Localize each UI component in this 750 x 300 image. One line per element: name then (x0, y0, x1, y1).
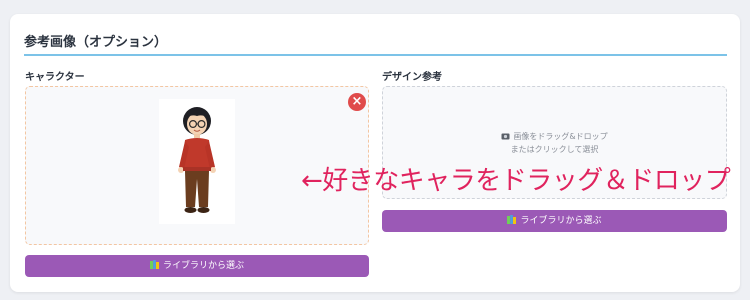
image-icon (501, 133, 510, 140)
section-title: 参考画像（オプション） (24, 35, 168, 50)
drop-hint-primary: 画像をドラッグ&ドロップ (383, 131, 726, 142)
design-label: デザイン参考 (382, 72, 442, 83)
reference-images-card: 参考画像（オプション） キャラクター デザイン参考 × 画像をドラッグ&ドロップ… (10, 14, 740, 292)
drag-drop-annotation: ←好きなキャラをドラッグ＆ドロップ (301, 166, 731, 196)
books-icon (507, 215, 517, 224)
character-library-label: ライブラリから選ぶ (162, 261, 244, 271)
books-icon (149, 260, 159, 269)
drop-hint-text: 画像をドラッグ&ドロップ (513, 132, 608, 141)
character-thumbnail (159, 99, 235, 224)
character-library-button[interactable]: ライブラリから選ぶ (25, 255, 369, 277)
close-icon: × (351, 94, 363, 109)
design-library-label: ライブラリから選ぶ (520, 216, 602, 226)
remove-character-button[interactable]: × (348, 93, 366, 111)
drop-hint-secondary: またはクリックして選択 (510, 145, 599, 154)
character-illustration (178, 107, 216, 213)
design-library-button[interactable]: ライブラリから選ぶ (382, 210, 727, 232)
character-label: キャラクター (25, 72, 85, 83)
title-divider (24, 54, 727, 56)
